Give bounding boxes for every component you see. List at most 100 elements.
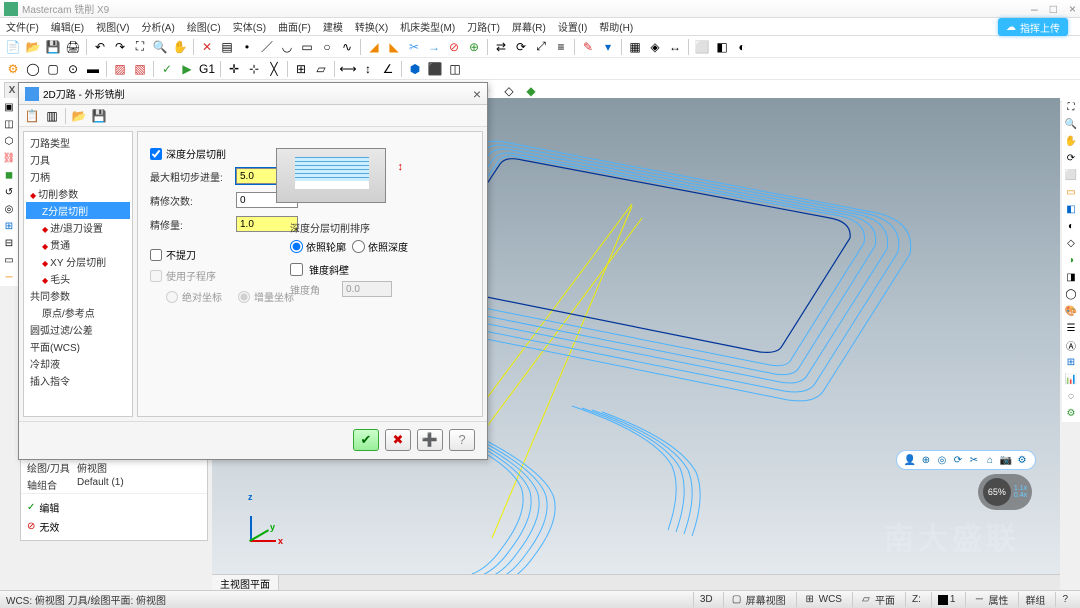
shade-icon[interactable]: ◐ [733, 38, 751, 56]
shade-toggle-icon[interactable]: ◐ [1063, 218, 1079, 234]
sel-chain-icon[interactable]: ⛓ [1, 150, 17, 166]
taper-checkbox[interactable] [290, 263, 303, 276]
nav-person-icon[interactable]: 👤 [903, 453, 917, 467]
tree-item[interactable]: Z分层切削 [26, 202, 130, 219]
sel-all-icon[interactable]: ▣ [1, 99, 17, 115]
status-wcs-cell[interactable]: ⊞WCS [796, 592, 848, 607]
upload-button[interactable]: ☁ 指挥上传 [998, 18, 1068, 36]
dialog-tree[interactable]: 刀路类型刀具刀柄◆切削参数Z分层切削◆进/退刀设置◆贯通◆XY 分层切削◆毛头共… [23, 131, 133, 417]
dim-h-icon[interactable]: ⟷ [339, 60, 357, 78]
dlg-load-icon[interactable]: 📂 [70, 107, 88, 125]
tree-item[interactable]: ◆XY 分层切削 [26, 253, 130, 270]
tree-item[interactable]: ◆贯通 [26, 236, 130, 253]
tree-item[interactable]: 冷却液 [26, 355, 130, 372]
maximize-button[interactable]: □ [1050, 2, 1057, 16]
status-screenview[interactable]: ▢屏幕视图 [723, 592, 792, 607]
sel-win-icon[interactable]: ◫ [1, 116, 17, 132]
fillet-icon[interactable]: ◢ [365, 38, 383, 56]
menu-surface[interactable]: 曲面(F) [274, 18, 315, 35]
menu-solid[interactable]: 实体(S) [229, 18, 270, 35]
menu-machine[interactable]: 机床类型(M) [396, 18, 459, 35]
nav-rotate-icon[interactable]: ⟳ [951, 453, 965, 467]
status-level[interactable]: 1 [931, 592, 962, 607]
mesh-icon[interactable]: ◫ [446, 60, 464, 78]
scale-icon[interactable]: ⤢ [532, 38, 550, 56]
nav-target-icon[interactable]: ◎ [935, 453, 949, 467]
arc-icon[interactable]: ◡ [278, 38, 296, 56]
status-z[interactable]: Z: [905, 592, 927, 607]
dlg-expand-icon[interactable]: ▥ [43, 107, 61, 125]
view-front-icon[interactable]: ▭ [1063, 184, 1079, 200]
wireframe-icon[interactable]: ◇ [500, 82, 518, 100]
tree-item[interactable]: 刀路类型 [26, 134, 130, 151]
menu-analysis[interactable]: 分析(A) [137, 18, 178, 35]
cancel-button[interactable]: ✖ [385, 429, 411, 451]
ok-button[interactable]: ✔ [353, 429, 379, 451]
status-help[interactable]: ? [1055, 592, 1074, 607]
toolpath-icon[interactable]: ⚙ [4, 60, 22, 78]
tree-item[interactable]: ◆进/退刀设置 [26, 219, 130, 236]
verify-icon[interactable]: ✓ [158, 60, 176, 78]
sel-poly-icon[interactable]: ⬡ [1, 133, 17, 149]
radio-by-contour[interactable]: 依照轮廓 [290, 239, 346, 254]
hatch-icon[interactable]: ▨ [111, 60, 129, 78]
circle-icon[interactable]: ○ [318, 38, 336, 56]
post-icon[interactable]: G1 [198, 60, 216, 78]
point-icon[interactable]: • [238, 38, 256, 56]
menu-view[interactable]: 视图(V) [92, 18, 133, 35]
zoom-window-icon[interactable]: 🔍 [151, 38, 169, 56]
save-icon[interactable]: 💾 [44, 38, 62, 56]
level-icon[interactable]: ☰ [1063, 320, 1079, 336]
view-top-icon[interactable]: ⬜ [693, 38, 711, 56]
menu-model[interactable]: 建模 [319, 18, 347, 35]
redo-icon[interactable]: ↷ [111, 38, 129, 56]
sel-face-icon[interactable]: ▭ [1, 252, 17, 268]
open-icon[interactable]: 📂 [24, 38, 42, 56]
tree-item[interactable]: ◆切削参数 [26, 185, 130, 202]
print-icon[interactable]: 🖨 [64, 38, 82, 56]
contour-icon[interactable]: ◯ [24, 60, 42, 78]
attrib-icon[interactable]: Ⓐ [1063, 337, 1079, 353]
tree-item[interactable]: 刀柄 [26, 168, 130, 185]
tree-item[interactable]: 平面(WCS) [26, 338, 130, 355]
nav-center-icon[interactable]: ⊕ [919, 453, 933, 467]
dim-icon[interactable]: ↔ [666, 38, 684, 56]
dlg-save-icon[interactable]: 💾 [90, 107, 108, 125]
nav-cam-icon[interactable]: 📷 [999, 453, 1013, 467]
sel-only-icon[interactable]: ◎ [1, 201, 17, 217]
minimize-button[interactable]: – [1031, 2, 1038, 16]
tree-item[interactable]: ◆毛头 [26, 270, 130, 287]
tree-item[interactable]: 圆弧过滤/公差 [26, 321, 130, 338]
backplot-icon[interactable]: ▶ [178, 60, 196, 78]
snap-icon[interactable]: ◈ [646, 38, 664, 56]
sel-last-icon[interactable]: ↺ [1, 184, 17, 200]
action-invalid[interactable]: ⊘无效 [27, 517, 201, 536]
wire-toggle-icon[interactable]: ◇ [1063, 235, 1079, 251]
section-icon[interactable]: ◨ [1063, 269, 1079, 285]
axis-icon[interactable]: ⊹ [245, 60, 263, 78]
nav-cut-icon[interactable]: ✂ [967, 453, 981, 467]
menu-toolpath[interactable]: 刀路(T) [463, 18, 504, 35]
view-zoom-icon[interactable]: 🔍 [1063, 116, 1079, 132]
view-iso-icon[interactable]: ◧ [1063, 201, 1079, 217]
status-plane[interactable]: ▱平面 [852, 592, 901, 607]
sel-edge-icon[interactable]: ─ [1, 269, 17, 285]
status-3d[interactable]: 3D [693, 592, 719, 607]
nav-home-icon[interactable]: ⌂ [983, 453, 997, 467]
dialog-titlebar[interactable]: 2D刀路 - 外形铣削 × [19, 83, 487, 105]
regen-button[interactable]: ➕ [417, 429, 443, 451]
view-fit-icon[interactable]: ⛶ [1063, 99, 1079, 115]
view-rot-icon[interactable]: ⟳ [1063, 150, 1079, 166]
join-icon[interactable]: ⊕ [465, 38, 483, 56]
help-button[interactable]: ? [449, 429, 475, 451]
spline-icon[interactable]: ∿ [338, 38, 356, 56]
drill-icon[interactable]: ⊙ [64, 60, 82, 78]
offset-icon[interactable]: ≡ [552, 38, 570, 56]
mult-icon[interactable]: ╳ [265, 60, 283, 78]
chamfer-icon[interactable]: ◣ [385, 38, 403, 56]
mirror-icon[interactable]: ⇄ [492, 38, 510, 56]
sel-res-icon[interactable]: ⊟ [1, 235, 17, 251]
menu-screen[interactable]: 屏幕(R) [508, 18, 550, 35]
checkbox[interactable] [150, 148, 162, 160]
dlg-nav-icon[interactable]: 📋 [23, 107, 41, 125]
